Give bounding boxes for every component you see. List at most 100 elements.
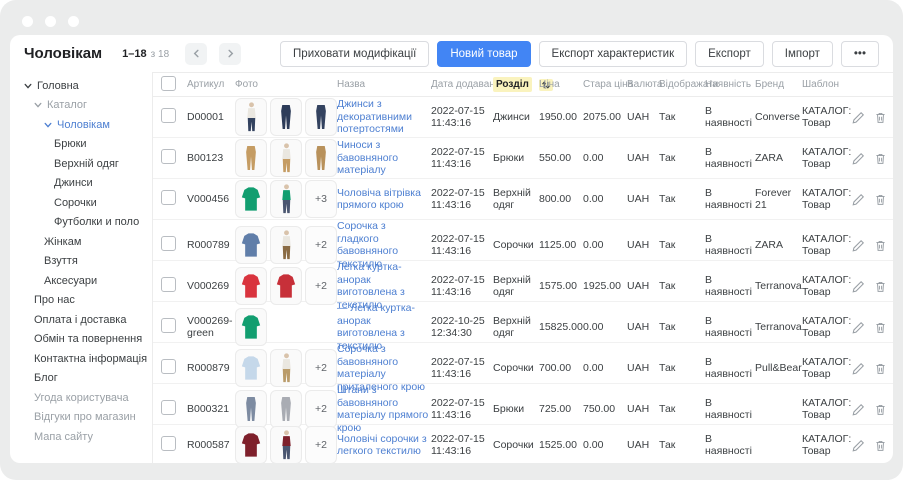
product-photo[interactable] — [270, 349, 302, 387]
row-checkbox[interactable] — [161, 236, 176, 251]
sidebar-item-джинси[interactable]: Джинси — [10, 174, 152, 194]
delete-button[interactable] — [874, 362, 887, 375]
product-name-link[interactable]: Чиноси з бавовняного матеріалу — [337, 139, 398, 176]
hide-modifications-button[interactable]: Приховати модифікації — [280, 41, 429, 67]
select-all-checkbox[interactable] — [161, 76, 176, 91]
more-photos-badge[interactable]: +2 — [305, 349, 337, 387]
row-actions — [852, 362, 889, 375]
sidebar-item-каталог[interactable]: Каталог — [10, 96, 152, 116]
more-photos-badge[interactable]: +2 — [305, 226, 337, 264]
column-header-date[interactable]: Дата додавання — [431, 79, 491, 90]
product-photo[interactable] — [235, 390, 267, 428]
sidebar-item-мапа-сайту[interactable]: Мапа сайту — [10, 427, 152, 447]
product-photo[interactable] — [235, 426, 267, 463]
product-photo[interactable] — [270, 180, 302, 218]
delete-button[interactable] — [874, 403, 887, 416]
sidebar-item-брюки[interactable]: Брюки — [10, 135, 152, 155]
sidebar-item-відгуки-про-магазин[interactable]: Відгуки про магазин — [10, 408, 152, 428]
sidebar-item-верхній-одяг[interactable]: Верхній одяг — [10, 154, 152, 174]
row-checkbox[interactable] — [161, 400, 176, 415]
edit-button[interactable] — [852, 152, 865, 165]
edit-button[interactable] — [852, 193, 865, 206]
row-checkbox[interactable] — [161, 277, 176, 292]
column-header-old_price[interactable]: Стара ціна — [583, 79, 625, 90]
product-photo[interactable] — [235, 226, 267, 264]
column-header-sku[interactable]: Артикул — [187, 79, 233, 90]
export-characteristics-button[interactable]: Експорт характеристик — [539, 41, 688, 67]
product-photo[interactable] — [305, 139, 337, 177]
more-photos-badge[interactable]: +3 — [305, 180, 337, 218]
column-header-currency[interactable]: Валюта — [627, 79, 657, 90]
sidebar-item-жінкам[interactable]: Жінкам — [10, 232, 152, 252]
product-photo[interactable] — [270, 226, 302, 264]
product-name-link[interactable]: Чоловіча вітрівка прямого крою — [337, 187, 421, 212]
product-photo[interactable] — [235, 267, 267, 305]
row-checkbox[interactable] — [161, 436, 176, 451]
sidebar-item-взуття[interactable]: Взуття — [10, 252, 152, 272]
product-name-link[interactable]: Штани з бавовняного матеріалу прямого кр… — [337, 384, 428, 434]
sidebar-item-футболки-и-поло[interactable]: Футболки и поло — [10, 213, 152, 233]
sidebar-item-про-нас[interactable]: Про нас — [10, 291, 152, 311]
row-checkbox[interactable] — [161, 190, 176, 205]
edit-button[interactable] — [852, 321, 865, 334]
row-checkbox[interactable] — [161, 359, 176, 374]
product-photo[interactable] — [305, 98, 337, 136]
product-photo[interactable] — [235, 180, 267, 218]
sidebar-item-угода-користувача[interactable]: Угода користувача — [10, 388, 152, 408]
edit-button[interactable] — [852, 239, 865, 252]
next-page-button[interactable] — [219, 43, 241, 65]
row-checkbox[interactable] — [161, 108, 176, 123]
more-actions-button[interactable]: ••• — [841, 41, 879, 67]
product-photo[interactable] — [235, 98, 267, 136]
product-photo[interactable] — [270, 390, 302, 428]
delete-button[interactable] — [874, 321, 887, 334]
more-photos-badge[interactable]: +2 — [305, 426, 337, 463]
edit-button[interactable] — [852, 111, 865, 124]
sidebar-item-оплата-і-доставка[interactable]: Оплата і доставка — [10, 310, 152, 330]
sidebar-item-блог[interactable]: Блог — [10, 369, 152, 389]
delete-button[interactable] — [874, 193, 887, 206]
column-header-price[interactable]: Ціна — [539, 79, 581, 90]
cell-brand: Pull&Bear — [755, 362, 800, 375]
sidebar-item-аксесуари[interactable]: Аксесуари — [10, 271, 152, 291]
sidebar-item-обмін-та-повернення[interactable]: Обмін та повернення — [10, 330, 152, 350]
delete-button[interactable] — [874, 239, 887, 252]
column-header-section[interactable]: Розділ — [493, 79, 537, 91]
product-photo[interactable] — [270, 267, 302, 305]
delete-button[interactable] — [874, 280, 887, 293]
row-checkbox[interactable] — [161, 149, 176, 164]
column-header-name[interactable]: Назва — [337, 79, 429, 90]
sidebar-item-сорочки[interactable]: Сорочки — [10, 193, 152, 213]
cell-currency: UAH — [627, 280, 657, 293]
delete-button[interactable] — [874, 152, 887, 165]
edit-button[interactable] — [852, 280, 865, 293]
more-photos-badge[interactable]: +2 — [305, 267, 337, 305]
sidebar-item-контактна-інформація[interactable]: Контактна інформація — [10, 349, 152, 369]
column-header-photo[interactable]: Фото — [235, 79, 335, 90]
product-photo[interactable] — [235, 349, 267, 387]
edit-button[interactable] — [852, 439, 865, 452]
sidebar-item-головна[interactable]: Головна — [10, 76, 152, 96]
import-button[interactable]: Імпорт — [772, 41, 833, 67]
new-product-button[interactable]: Новий товар — [437, 41, 530, 67]
delete-button[interactable] — [874, 439, 887, 452]
column-header-availability[interactable]: Наявність — [705, 79, 753, 90]
prev-page-button[interactable] — [185, 43, 207, 65]
product-photo[interactable] — [270, 139, 302, 177]
export-button[interactable]: Експорт — [695, 41, 764, 67]
sidebar-item-чоловікам[interactable]: Чоловікам — [10, 115, 152, 135]
product-photo[interactable] — [270, 98, 302, 136]
edit-button[interactable] — [852, 362, 865, 375]
row-checkbox[interactable] — [161, 318, 176, 333]
column-header-brand[interactable]: Бренд — [755, 79, 800, 90]
column-header-display[interactable]: Відображати — [659, 79, 703, 90]
edit-button[interactable] — [852, 403, 865, 416]
more-photos-badge[interactable]: +2 — [305, 390, 337, 428]
product-name-link[interactable]: Чоловічі сорочки з легкого текстилю — [337, 433, 427, 458]
product-photo[interactable] — [235, 308, 267, 346]
column-header-template[interactable]: Шаблон — [802, 79, 850, 90]
product-photo[interactable] — [270, 426, 302, 463]
delete-button[interactable] — [874, 111, 887, 124]
product-name-link[interactable]: Джинси з декоративними потертостями — [337, 98, 412, 135]
product-photo[interactable] — [235, 139, 267, 177]
